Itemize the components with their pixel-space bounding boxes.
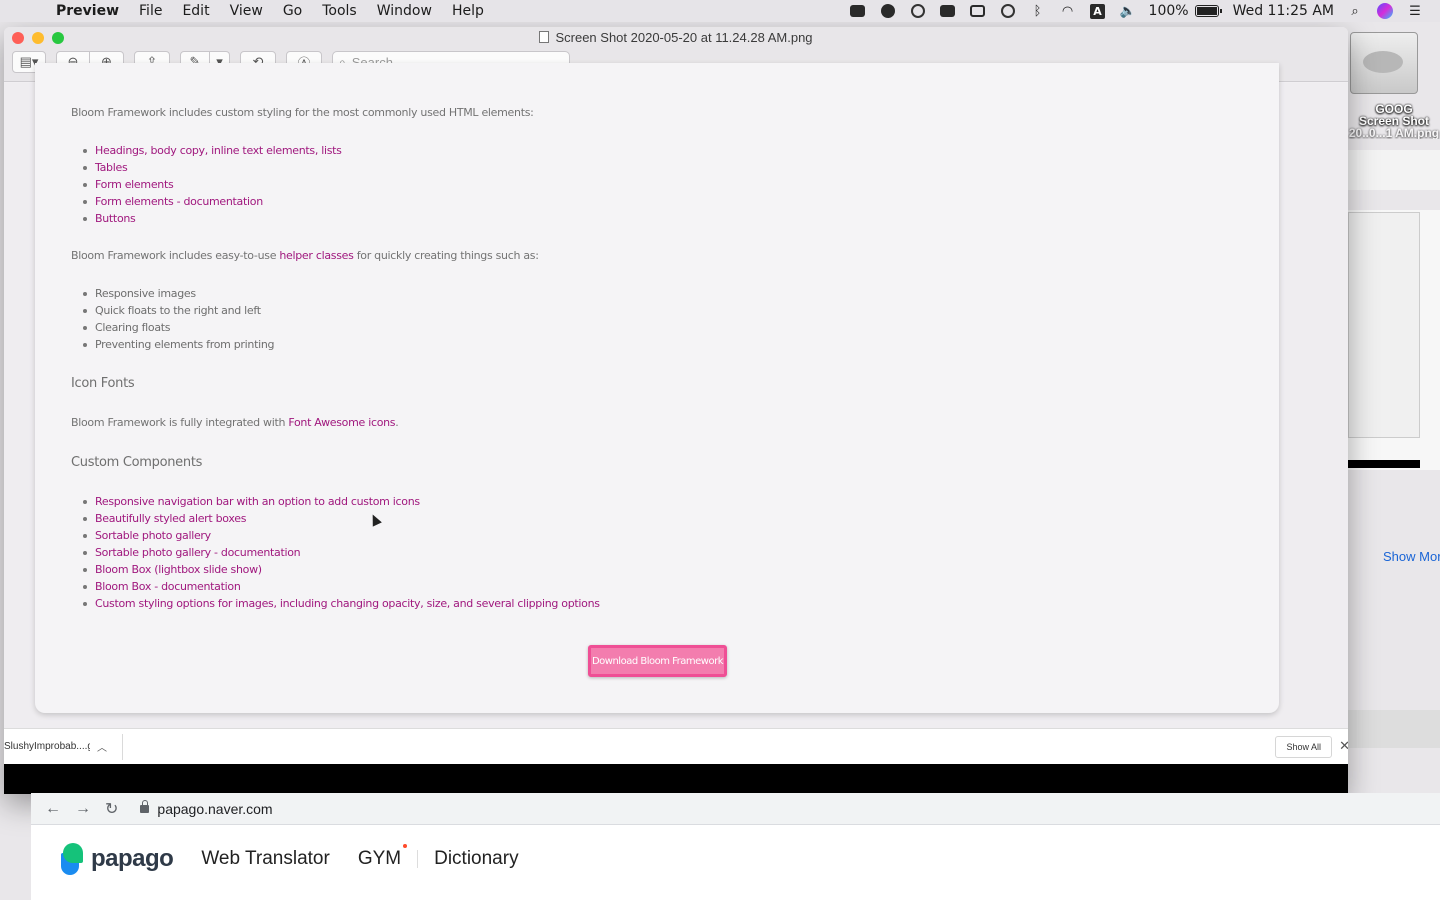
preview-window: Screen Shot 2020-05-20 at 11.24.28 AM.pn… xyxy=(4,27,1348,794)
new-badge-dot xyxy=(403,844,408,848)
icon-fonts-text-before: Bloom Framework is fully integrated with xyxy=(71,416,289,429)
list-item-link[interactable]: Tables xyxy=(83,159,342,176)
list-item-link[interactable]: Custom styling options for images, inclu… xyxy=(83,595,600,612)
lock-icon xyxy=(140,799,150,813)
image-canvas: Bloom Framework includes custom styling … xyxy=(4,63,1348,728)
icon-fonts-heading: Icon Fonts xyxy=(71,376,135,391)
papago-nav: papago Web Translator GYM Dictionary xyxy=(61,843,519,875)
download-shelf: SlushyImprobab....gif ︿ Show All ✕ xyxy=(4,728,1348,764)
stack-icon[interactable] xyxy=(933,0,963,22)
list-item-link[interactable]: Sortable photo gallery xyxy=(83,527,600,544)
download-bloom-button[interactable]: Download Bloom Framework xyxy=(588,645,727,677)
nav-web-translator[interactable]: Web Translator xyxy=(201,848,329,870)
creative-cloud-icon[interactable] xyxy=(903,0,933,22)
intro-text: Bloom Framework includes custom styling … xyxy=(71,106,534,119)
menu-window[interactable]: Window xyxy=(367,0,442,22)
desktop-label-line-3: 20..0...1 AM.png xyxy=(1348,126,1440,139)
background-thumbnail xyxy=(1348,710,1440,748)
list-item-link[interactable]: Form elements - documentation xyxy=(83,193,342,210)
font-awesome-link[interactable]: Font Awesome icons xyxy=(288,416,395,429)
show-all-button[interactable]: Show All xyxy=(1275,736,1332,758)
input-source-icon[interactable]: A xyxy=(1083,0,1113,22)
papago-parrot-icon xyxy=(61,843,85,875)
show-more-link[interactable]: Show Mor xyxy=(1383,549,1440,564)
list-item-link[interactable]: Responsive navigation bar with an option… xyxy=(83,493,600,510)
browser-toolbar: ← → ↻ papago.naver.com xyxy=(31,793,1440,825)
list-item: Preventing elements from printing xyxy=(82,338,275,351)
html-elements-list: Headings, body copy, inline text element… xyxy=(83,142,342,227)
menu-file[interactable]: File xyxy=(129,0,172,22)
window-bottom-bar xyxy=(4,764,1348,794)
menu-help[interactable]: Help xyxy=(442,0,494,22)
custom-components-heading: Custom Components xyxy=(71,455,203,470)
helpers-text-before: Bloom Framework includes easy-to-use xyxy=(71,249,280,262)
nav-dictionary[interactable]: Dictionary xyxy=(434,848,518,870)
list-item-link[interactable]: Beautifully styled alert boxes xyxy=(83,510,600,527)
list-item-link[interactable]: Headings, body copy, inline text element… xyxy=(83,142,342,159)
reload-icon[interactable]: ↻ xyxy=(105,799,118,819)
bluetooth-icon[interactable]: ᛒ xyxy=(1023,0,1053,22)
wifi-icon[interactable]: ◠ xyxy=(1053,0,1083,22)
zoom-video-icon[interactable] xyxy=(843,0,873,22)
icon-fonts-paragraph: Bloom Framework is fully integrated with… xyxy=(71,416,399,429)
siri-icon[interactable] xyxy=(1370,0,1400,22)
address-bar[interactable]: papago.naver.com xyxy=(140,799,273,817)
icon-fonts-text-after: . xyxy=(395,416,399,429)
nav-divider xyxy=(417,850,419,868)
list-item-link[interactable]: Bloom Box (lightbox slide show) xyxy=(83,561,600,578)
spotlight-search-icon[interactable]: ⌕ xyxy=(1340,0,1370,22)
window-title-text: Screen Shot 2020-05-20 at 11.24.28 AM.pn… xyxy=(555,30,813,45)
clock[interactable]: Wed 11:25 AM xyxy=(1227,3,1340,19)
papago-logo[interactable]: papago xyxy=(61,843,174,875)
window-title: Screen Shot 2020-05-20 at 11.24.28 AM.pn… xyxy=(4,30,1348,45)
battery-icon[interactable] xyxy=(1194,5,1222,17)
desktop-file-icon[interactable] xyxy=(1350,32,1418,94)
volume-icon[interactable]: 🔈 xyxy=(1113,0,1143,22)
forward-arrow-icon[interactable]: → xyxy=(75,800,91,818)
shelf-divider xyxy=(122,733,123,760)
browser-window: ← → ↻ papago.naver.com papago Web Transl… xyxy=(31,793,1440,900)
helper-classes-link[interactable]: helper classes xyxy=(279,249,353,262)
menu-edit[interactable]: Edit xyxy=(172,0,219,22)
background-window-panel xyxy=(1348,210,1440,470)
download-file-name[interactable]: SlushyImprobab....gif xyxy=(4,741,90,752)
list-item-link[interactable]: Sortable photo gallery - documentation xyxy=(83,544,600,561)
helpers-text-after: for quickly creating things such as: xyxy=(353,249,539,262)
nav-gym[interactable]: GYM xyxy=(357,844,408,870)
back-arrow-icon[interactable]: ← xyxy=(45,800,61,818)
menu-view[interactable]: View xyxy=(220,0,273,22)
menu-tools[interactable]: Tools xyxy=(312,0,367,22)
time-machine-icon[interactable] xyxy=(993,0,1023,22)
menu-go[interactable]: Go xyxy=(273,0,312,22)
messages-icon[interactable] xyxy=(873,0,903,22)
list-item-link[interactable]: Buttons xyxy=(83,210,342,227)
close-icon[interactable]: ✕ xyxy=(1339,738,1348,754)
desktop-file-label[interactable]: GOOG Screen Shot 20..0...1 AM.png xyxy=(1348,103,1440,139)
list-item-link[interactable]: Bloom Box - documentation xyxy=(83,578,600,595)
notification-center-icon[interactable]: ☰ xyxy=(1400,0,1430,22)
papago-wordmark: papago xyxy=(91,845,174,872)
helpers-paragraph: Bloom Framework includes easy-to-use hel… xyxy=(71,249,539,262)
airplay-icon[interactable] xyxy=(963,0,993,22)
custom-components-list: Responsive navigation bar with an option… xyxy=(83,493,600,612)
app-menu-preview[interactable]: Preview xyxy=(56,0,129,22)
list-item: Clearing floats xyxy=(82,319,274,336)
helper-items-list: Responsive images Quick floats to the ri… xyxy=(82,285,275,353)
document-icon xyxy=(539,31,550,43)
list-item: Quick floats to the right and left xyxy=(82,302,274,319)
menu-bar: Preview File Edit View Go Tools Window H… xyxy=(0,0,1440,22)
background-window-strip xyxy=(1348,150,1440,190)
list-item-link[interactable]: Form elements xyxy=(83,176,342,193)
url-text: papago.naver.com xyxy=(157,800,273,817)
nav-gym-label: GYM xyxy=(357,848,402,869)
list-item: Responsive images xyxy=(82,285,274,302)
battery-percent: 100% xyxy=(1148,3,1189,19)
chevron-up-icon[interactable]: ︿ xyxy=(90,739,114,754)
